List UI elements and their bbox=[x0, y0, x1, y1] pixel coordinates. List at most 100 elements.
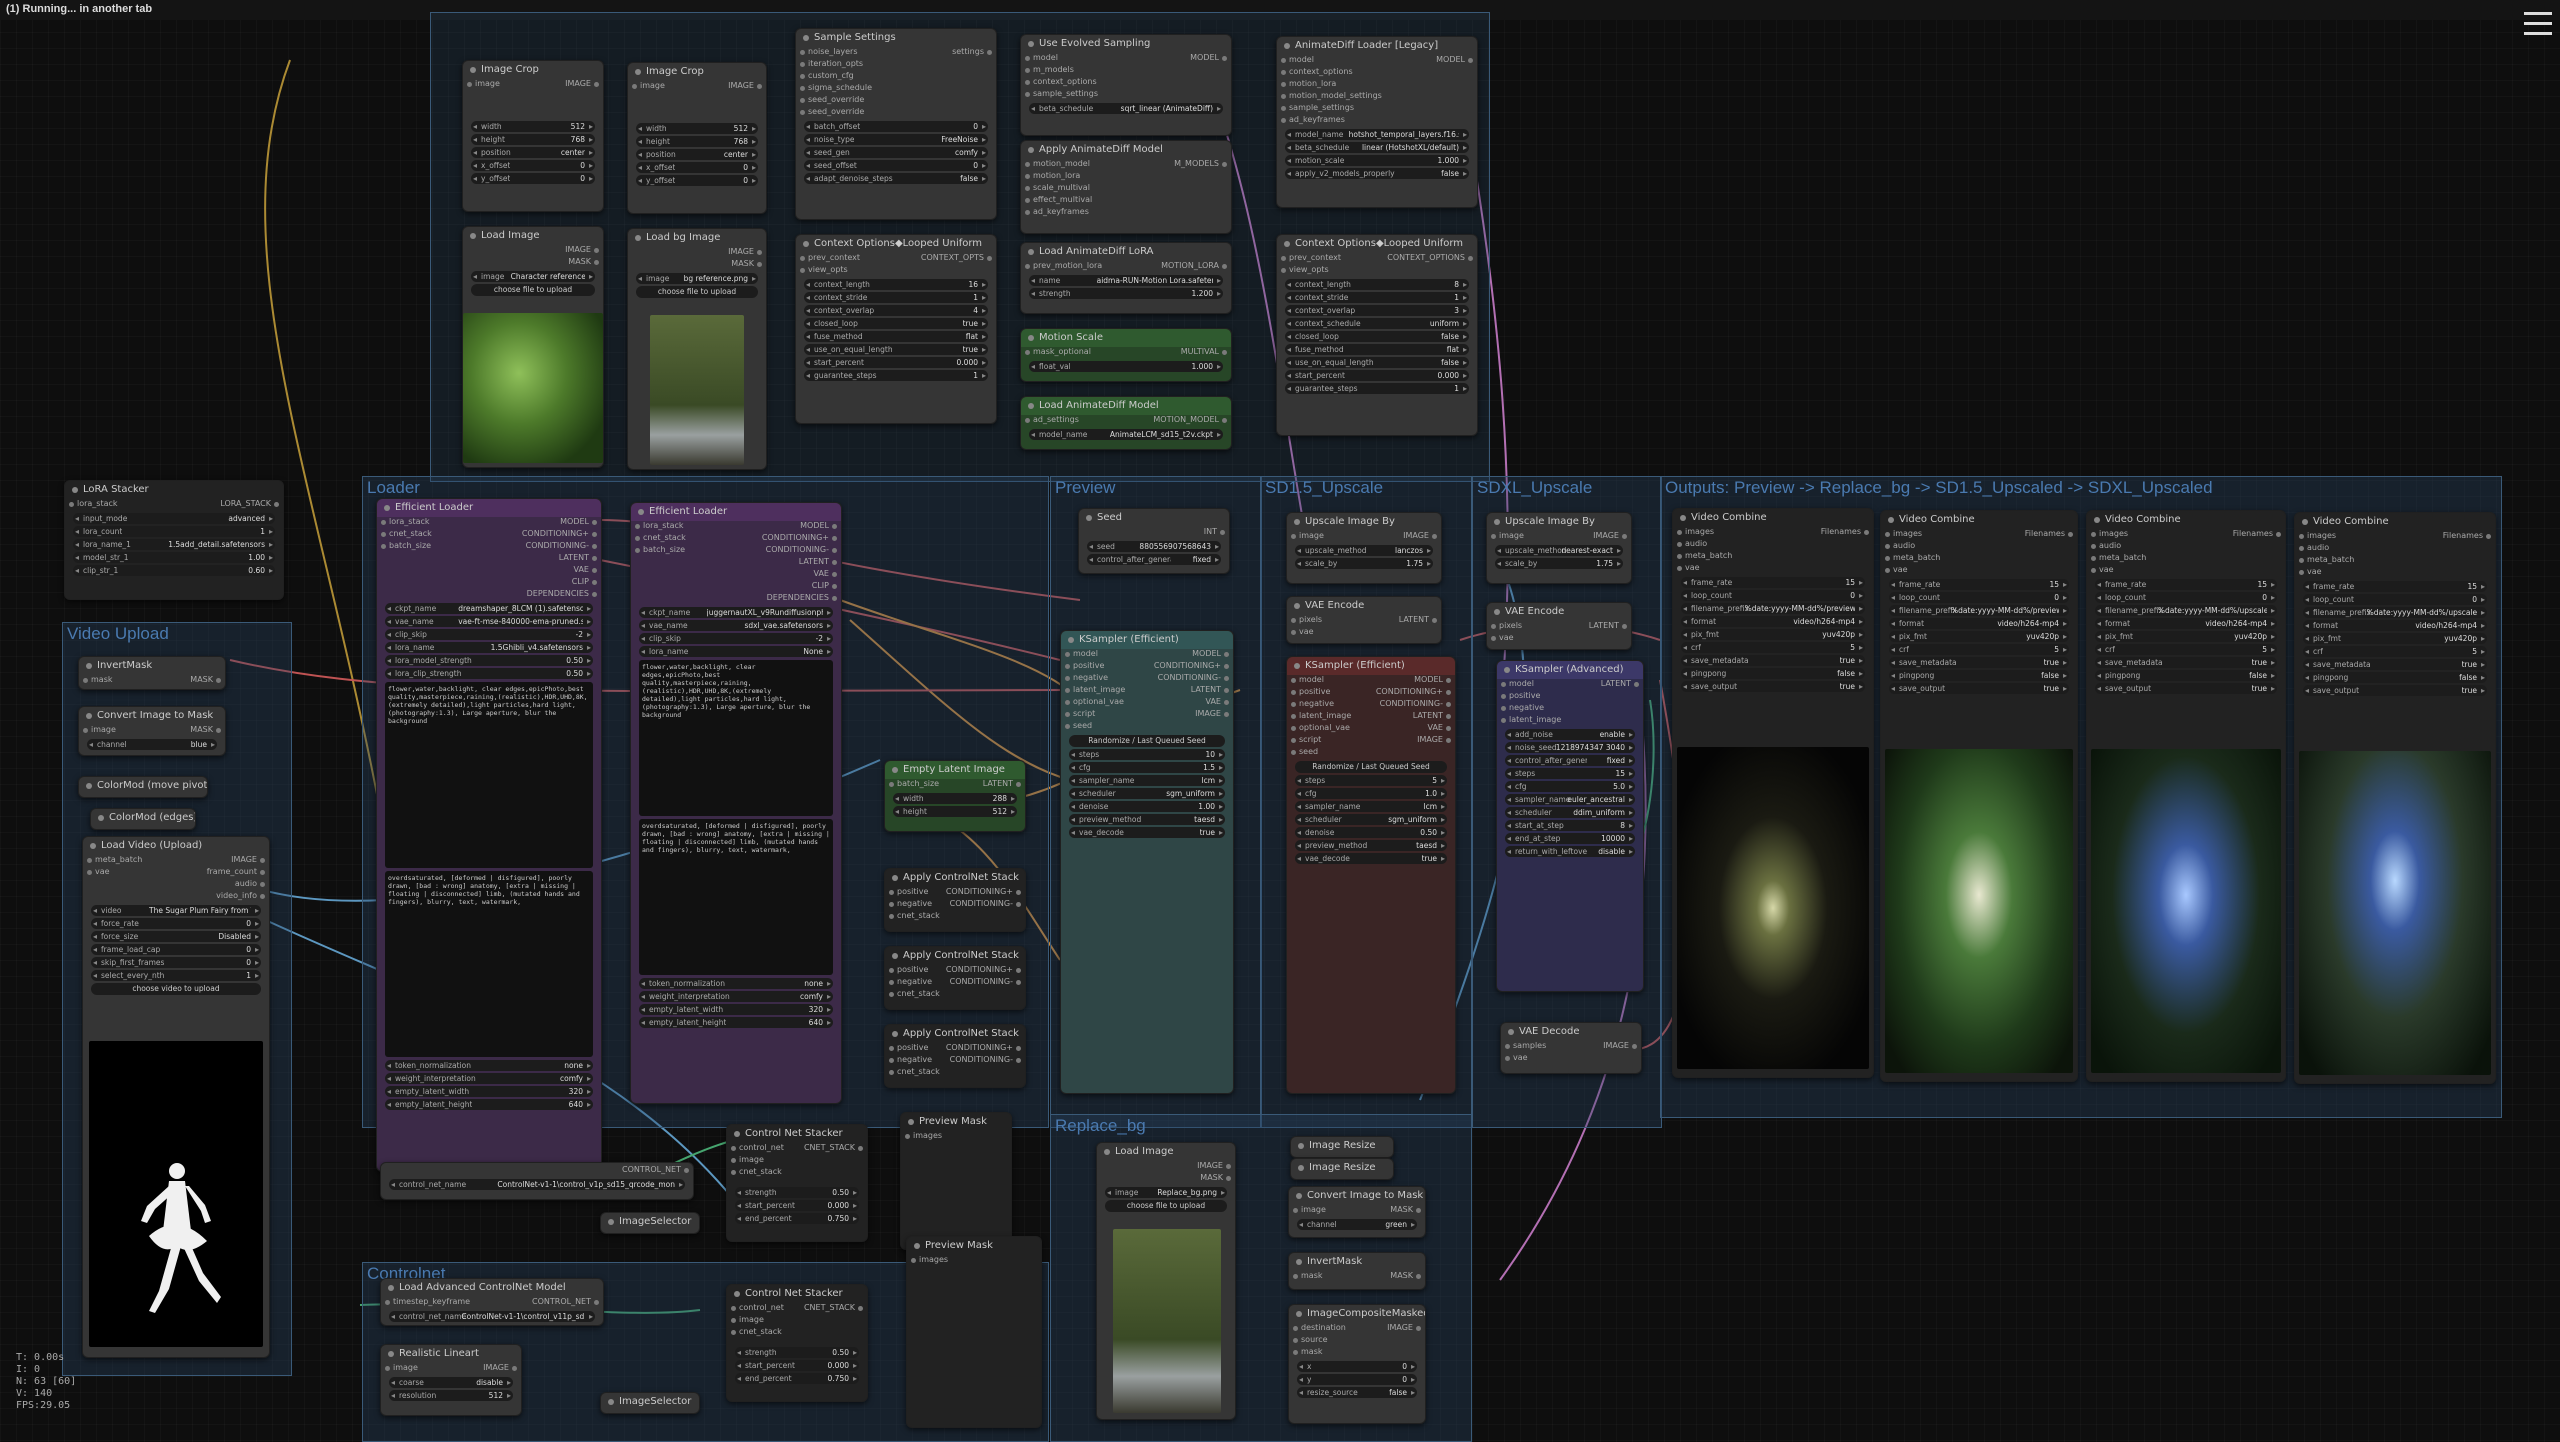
upscale-image-by-node-2[interactable]: Upscale Image By imageIMAGE upscale_meth… bbox=[1486, 512, 1632, 584]
position-widget[interactable]: positioncenter bbox=[636, 149, 758, 160]
cfg[interactable]: cfg1.5 bbox=[1069, 762, 1225, 773]
x-offset-widget[interactable]: x_offset0 bbox=[636, 162, 758, 173]
scale-by[interactable]: scale_by1.75 bbox=[1295, 558, 1433, 569]
filename-prefix[interactable]: filename_prefix%date:yyyy-MM-dd%/upscale… bbox=[2095, 605, 2277, 616]
ksampler-efficient-node-2[interactable]: KSampler (Efficient) model MODEL positive… bbox=[1286, 656, 1456, 1094]
save-metadata[interactable]: save_metadatatrue bbox=[1889, 657, 2069, 668]
efficient-loader-node-2[interactable]: Efficient Loader lora_stack MODEL cnet_st… bbox=[630, 502, 842, 1104]
force-size[interactable]: force_sizeDisabled bbox=[91, 931, 261, 942]
image-select[interactable]: imageReplace_bg.png bbox=[1105, 1187, 1227, 1198]
image-composite-masked-node[interactable]: ImageCompositeMasked destination IMAGE so… bbox=[1288, 1304, 1426, 1424]
format[interactable]: formatvideo/h264-mp4 bbox=[1681, 616, 1865, 627]
pix-fmt[interactable]: pix_fmtyuv420p bbox=[1681, 629, 1865, 640]
loop-count[interactable]: loop_count0 bbox=[1889, 592, 2069, 603]
upload-button[interactable]: choose file to upload bbox=[636, 286, 758, 298]
resolution[interactable]: resolution512 bbox=[389, 1390, 513, 1401]
preview-method[interactable]: preview_methodtaesd bbox=[1295, 840, 1447, 851]
height-widget[interactable]: height768 bbox=[636, 136, 758, 147]
weight-interpretation[interactable]: weight_interpretationcomfy bbox=[639, 991, 833, 1002]
vae-decode[interactable]: vae_decodetrue bbox=[1069, 827, 1225, 838]
save-metadata[interactable]: save_metadatatrue bbox=[2095, 657, 2277, 668]
height-widget[interactable]: height512 bbox=[893, 806, 1017, 817]
save-metadata[interactable]: save_metadatatrue bbox=[1681, 655, 1865, 666]
preview-method[interactable]: preview_methodtaesd bbox=[1069, 814, 1225, 825]
lora-name[interactable]: nameaidma-RUN-Motion Lora.safetensors bbox=[1029, 275, 1223, 286]
lora-stacker-node[interactable]: LoRA Stacker lora_stackLORA_STACK input_… bbox=[64, 480, 284, 600]
control-net-stacker-node-2[interactable]: Control Net Stacker control_net CNET_STAC… bbox=[726, 1284, 868, 1402]
upscale-method[interactable]: upscale_methodlanczos bbox=[1295, 545, 1433, 556]
empty-latent-width[interactable]: empty_latent_width320 bbox=[639, 1004, 833, 1015]
y-offset-widget[interactable]: y_offset0 bbox=[471, 173, 595, 184]
context-length[interactable]: context_length8 bbox=[1285, 279, 1469, 290]
invert-mask-node-2[interactable]: InvertMask mask MASK bbox=[1288, 1252, 1426, 1290]
closed-loop[interactable]: closed_loopfalse bbox=[1285, 331, 1469, 342]
image-selector-node-2[interactable]: ImageSelector bbox=[600, 1392, 700, 1414]
float-val[interactable]: float_val1.000 bbox=[1029, 361, 1223, 372]
start-percent[interactable]: start_percent0.000 bbox=[804, 357, 988, 368]
model-name[interactable]: model_namehotshot_temporal_layers.f16.sa… bbox=[1285, 129, 1469, 140]
filename-prefix[interactable]: filename_prefix%date:yyyy-MM-dd%/preview… bbox=[1681, 603, 1865, 614]
skip-first-frames[interactable]: skip_first_frames0 bbox=[91, 957, 261, 968]
apply-animatediff-node[interactable]: Apply AnimateDiff Model motion_model M_MO… bbox=[1020, 140, 1232, 234]
context-options-node-1[interactable]: Context Options◆Looped Uniform prev_cont… bbox=[795, 234, 997, 424]
motion-scale[interactable]: motion_scale1.000 bbox=[1285, 155, 1469, 166]
apply-v2[interactable]: apply_v2_models_properlyfalse bbox=[1285, 168, 1469, 179]
menu-icon[interactable] bbox=[2524, 12, 2552, 42]
height-widget[interactable]: height768 bbox=[471, 134, 595, 145]
force-rate[interactable]: force_rate0 bbox=[91, 918, 261, 929]
colormod-pivot-node[interactable]: ColorMod (move pivot bbox=[78, 776, 208, 798]
control-net-stacker-node-1[interactable]: Control Net Stacker control_net CNET_STAC… bbox=[726, 1124, 868, 1242]
clip-str-1[interactable]: clip_str_10.60 bbox=[73, 565, 275, 576]
negative-prompt[interactable]: overdsaturated, [deformed | disfigured],… bbox=[385, 871, 593, 1057]
guarantee-steps[interactable]: guarantee_steps1 bbox=[804, 370, 988, 381]
cfg[interactable]: cfg5.0 bbox=[1505, 781, 1635, 792]
lora-name[interactable]: lora_nameNone bbox=[639, 646, 833, 657]
pix-fmt[interactable]: pix_fmtyuv420p bbox=[2303, 633, 2487, 644]
crf[interactable]: crf5 bbox=[2303, 646, 2487, 657]
frame-load-cap[interactable]: frame_load_cap0 bbox=[91, 944, 261, 955]
steps[interactable]: steps5 bbox=[1295, 775, 1447, 786]
image-selector-node-1[interactable]: ImageSelector bbox=[600, 1212, 700, 1234]
fuse-method[interactable]: fuse_methodflat bbox=[804, 331, 988, 342]
use-on-equal-length[interactable]: use_on_equal_lengthfalse bbox=[1285, 357, 1469, 368]
load-advanced-controlnet-node[interactable]: Load Advanced ControlNet Model timestep_… bbox=[380, 1278, 604, 1326]
filename-prefix[interactable]: filename_prefix%date:yyyy-MM-dd%/upscale… bbox=[2303, 607, 2487, 618]
crf[interactable]: crf5 bbox=[2095, 644, 2277, 655]
return-with-leftover-noise[interactable]: return_with_leftover_noisedisable bbox=[1505, 846, 1635, 857]
sampler-name[interactable]: sampler_namelcm bbox=[1069, 775, 1225, 786]
positive-prompt[interactable]: flower,water,backlight, clear edges,epic… bbox=[385, 682, 593, 868]
load-animatediff-lora-node[interactable]: Load AnimateDiff LoRA prev_motion_lora MO… bbox=[1020, 242, 1232, 314]
adapt-denoise[interactable]: adapt_denoise_stepsfalse bbox=[804, 173, 988, 184]
context-overlap[interactable]: context_overlap4 bbox=[804, 305, 988, 316]
weight-interpretation[interactable]: weight_interpretationcomfy bbox=[385, 1073, 593, 1084]
control-after-generate[interactable]: control_after_generatefixed bbox=[1087, 554, 1221, 565]
crf[interactable]: crf5 bbox=[1681, 642, 1865, 653]
start-percent[interactable]: start_percent0.000 bbox=[1285, 370, 1469, 381]
vae-encode-node-2[interactable]: VAE Encode pixels LATENT vae bbox=[1486, 602, 1632, 650]
vae-encode-node-1[interactable]: VAE Encode pixels LATENT vae bbox=[1286, 596, 1442, 644]
pingpong[interactable]: pingpongfalse bbox=[2303, 672, 2487, 683]
pix-fmt[interactable]: pix_fmtyuv420p bbox=[2095, 631, 2277, 642]
upload-video-button[interactable]: choose video to upload bbox=[91, 983, 261, 995]
closed-loop[interactable]: closed_looptrue bbox=[804, 318, 988, 329]
video-select[interactable]: videoThe Sugar Plum Fairy from The Nutcr… bbox=[91, 905, 261, 916]
upscale-image-by-node-1[interactable]: Upscale Image By imageIMAGE upscale_meth… bbox=[1286, 512, 1442, 584]
pix-fmt[interactable]: pix_fmtyuv420p bbox=[1889, 631, 2069, 642]
beta-schedule[interactable]: beta_schedulelinear (HotshotXL/default) bbox=[1285, 142, 1469, 153]
token-normalization[interactable]: token_normalizationnone bbox=[639, 978, 833, 989]
lora-name[interactable]: lora_name1.5Ghibli_v4.safetensors bbox=[385, 642, 593, 653]
sample-settings-node[interactable]: Sample Settings noise_layers settings ite… bbox=[795, 28, 997, 220]
save-output[interactable]: save_outputtrue bbox=[2303, 685, 2487, 696]
convert-image-to-mask-node[interactable]: Convert Image to Mask imageMASK channelb… bbox=[78, 706, 226, 756]
video-combine-node-2[interactable]: Video Combine images Filenames audio meta… bbox=[1880, 510, 2078, 1082]
beta-schedule[interactable]: beta_schedulesqrt_linear (AnimateDiff) bbox=[1029, 103, 1223, 114]
apply-controlnet-stack-node-3[interactable]: Apply ControlNet Stack positive CONDITION… bbox=[884, 1024, 1026, 1088]
clip-skip[interactable]: clip_skip-2 bbox=[639, 633, 833, 644]
preview-mask-node-1[interactable]: Preview Mask images bbox=[900, 1112, 1012, 1250]
positive-prompt[interactable]: flower,water,backlight, clear edges,epic… bbox=[639, 660, 833, 816]
end-at-step[interactable]: end_at_step10000 bbox=[1505, 833, 1635, 844]
vae-decode[interactable]: vae_decodetrue bbox=[1295, 853, 1447, 864]
control-after-generate[interactable]: control_after_generatefixed bbox=[1505, 755, 1635, 766]
pingpong[interactable]: pingpongfalse bbox=[1681, 668, 1865, 679]
steps[interactable]: steps15 bbox=[1505, 768, 1635, 779]
